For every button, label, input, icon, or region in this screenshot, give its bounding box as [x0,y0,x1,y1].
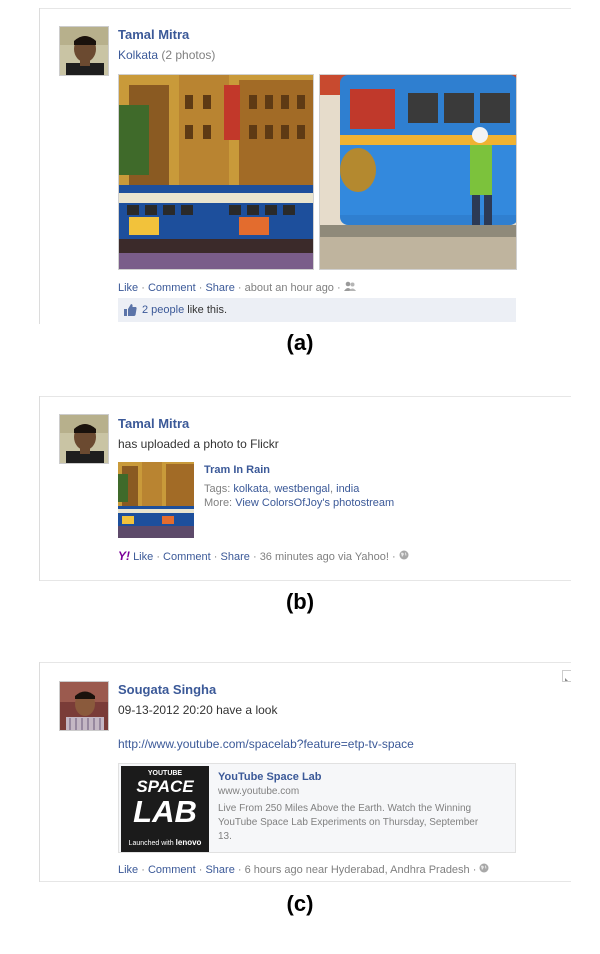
avatar-photo [60,27,108,75]
share-link[interactable]: Share [205,864,234,876]
author-name[interactable]: Tamal Mitra [118,416,189,431]
post-divider [40,881,571,882]
like-link[interactable]: Like [118,864,138,876]
avatar-photo [60,415,108,463]
post-divider [40,662,571,663]
tags-label: Tags: [204,483,231,495]
post-a: Tamal Mitra Kolkata (2 photos) Like · Co… [39,8,571,324]
post-actions: Like · Comment · Share · 6 hours ago nea… [118,863,489,876]
post-divider [40,8,571,9]
post-text: 09-13-2012 20:20 have a look [118,703,278,717]
share-link[interactable]: Share [205,282,234,294]
post-b: Tamal Mitra has uploaded a photo to Flic… [39,396,571,581]
tram-building-image [119,75,313,269]
avatar[interactable] [59,414,109,464]
share-link[interactable]: Share [221,551,250,563]
globe-icon[interactable] [479,863,489,876]
photostream-link[interactable]: View ColorsOfJoy's photostream [235,497,394,509]
album-count: (2 photos) [161,48,216,62]
comment-link[interactable]: Comment [148,282,196,294]
shared-url-link[interactable]: http://www.youtube.com/spacelab?feature=… [118,737,414,751]
flickr-tags-line: Tags: kolkata, westbengal, india [204,483,360,495]
friends-audience-icon[interactable] [343,281,356,294]
author-name[interactable]: Sougata Singha [118,682,216,697]
album-line: Kolkata (2 photos) [118,48,215,62]
globe-icon[interactable] [399,550,409,563]
post-c: Sougata Singha 09-13-2012 20:20 have a l… [39,662,571,882]
like-summary-bar: 2 people like this. [118,298,516,322]
author-name[interactable]: Tamal Mitra [118,27,189,42]
photo-blue-bus[interactable] [319,74,517,270]
avatar-photo [60,682,108,730]
tag-link[interactable]: westbengal [274,483,330,495]
flickr-thumbnail[interactable] [118,462,194,538]
preview-desc-line: Live From 250 Miles Above the Earth. Wat… [218,803,472,814]
likers-link[interactable]: 2 people [142,304,184,316]
avatar[interactable] [59,26,109,76]
chevron-down-icon[interactable] [562,670,571,682]
preview-desc-line: YouTube Space Lab Experiments on Thursda… [218,817,479,828]
preview-desc-line: 13. [218,831,232,842]
like-link[interactable]: Like [118,282,138,294]
thumb-lab-text: LAB [133,794,197,829]
post-divider [40,396,571,397]
thumb-bottom-line: Launched with lenovo [121,838,209,847]
post-text: has uploaded a photo to Flickr [118,437,279,451]
comment-link[interactable]: Comment [148,864,196,876]
thumb-brand-text: lenovo [175,838,202,847]
likes-suffix: like this. [187,304,228,316]
preview-title[interactable]: YouTube Space Lab [218,771,322,783]
thumb-launched-text: Launched with [128,840,174,847]
tag-link[interactable]: kolkata [233,483,268,495]
tag-link[interactable]: india [336,483,359,495]
tram-thumbnail-image [118,462,194,538]
like-link[interactable]: Like [133,551,153,563]
caption-a: (a) [286,330,314,355]
blue-bus-image [320,75,516,269]
photo-tram-building[interactable] [118,74,314,270]
preview-description: Live From 250 Miles Above the Earth. Wat… [218,802,478,844]
thumb-top-text: YOUTUBE [147,770,183,777]
post-actions: Like · Comment · Share · about an hour a… [118,281,356,294]
thumbs-up-icon [124,304,137,319]
post-actions: Y! Like · Comment · Share · 36 minutes a… [118,549,409,563]
avatar[interactable] [59,681,109,731]
flickr-title[interactable]: Tram In Rain [204,464,270,476]
album-link[interactable]: Kolkata [118,48,158,62]
timestamp[interactable]: about an hour ago [245,282,334,294]
timestamp[interactable]: 36 minutes ago via Yahoo! [260,551,389,563]
youtube-space-lab-thumbnail[interactable]: YOUTUBE SPACE LAB Launched with lenovo [121,766,209,852]
more-label: More: [204,497,233,509]
timestamp[interactable]: 6 hours ago near Hyderabad, Andhra Prade… [245,864,470,876]
post-divider [40,580,571,581]
flickr-more-line: More: View ColorsOfJoy's photostream [204,497,394,509]
caption-b: (b) [285,589,315,614]
like-summary-text: 2 people like this. [142,304,227,316]
caption-c: (c) [286,891,314,916]
yahoo-icon: Y! [118,549,130,563]
comment-link[interactable]: Comment [163,551,211,563]
link-preview-card[interactable]: YOUTUBE SPACE LAB Launched with lenovo Y… [118,763,516,853]
preview-domain: www.youtube.com [218,786,300,797]
